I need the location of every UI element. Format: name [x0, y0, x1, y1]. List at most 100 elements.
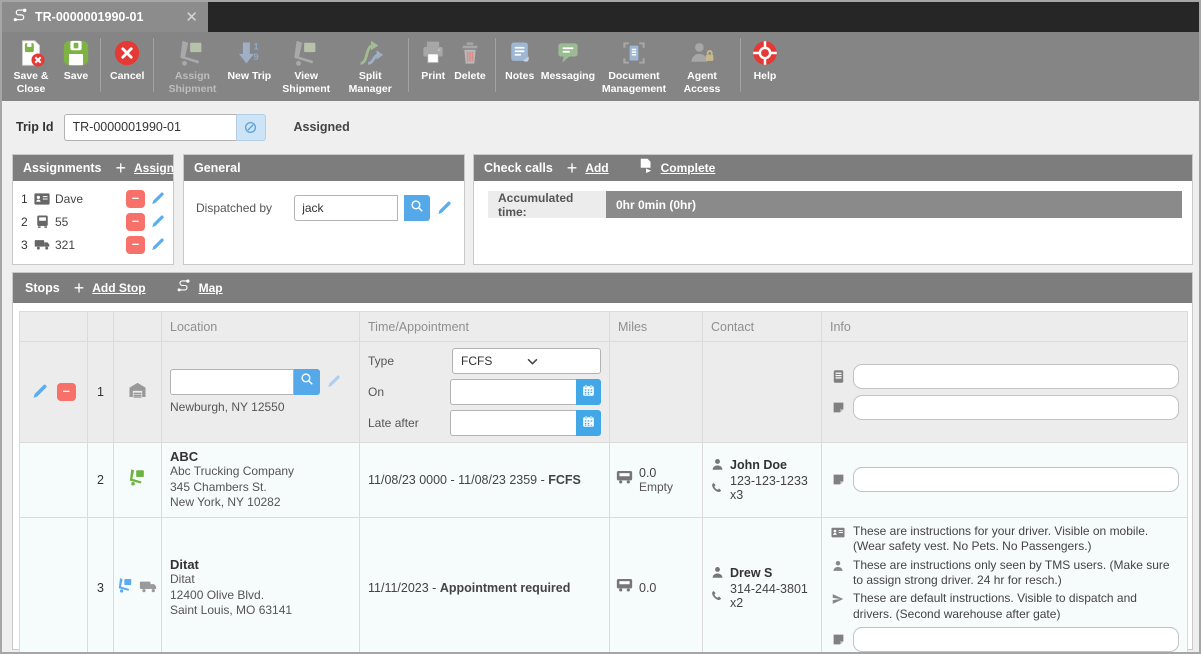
person-icon [709, 458, 725, 471]
general-title: General [194, 161, 241, 175]
cancel-button[interactable]: Cancel [107, 35, 147, 85]
remove-assignment-button[interactable]: – [126, 190, 145, 208]
tab-close-icon[interactable]: ✕ [185, 10, 198, 25]
messaging-label: Messaging [541, 70, 595, 83]
save-button[interactable]: Save [58, 35, 94, 85]
delete-button[interactable]: Delete [451, 35, 489, 85]
stop-miles-status: Empty [639, 480, 673, 494]
id-card-icon [830, 524, 846, 538]
stop-company: Ditat [170, 572, 351, 588]
assignment-name: 321 [55, 238, 121, 252]
edit-pencil-icon[interactable] [150, 191, 165, 206]
print-button[interactable]: Print [415, 35, 451, 85]
assignments-panel: Assignments + Assign 1 Dave – 2 55 – 3 [12, 154, 174, 265]
notes-icon [506, 37, 534, 69]
note-icon [830, 401, 846, 414]
stop-note-input[interactable] [853, 467, 1179, 492]
on-calendar-button[interactable] [576, 379, 601, 405]
miles-truck-icon [616, 578, 633, 597]
save-close-button[interactable]: Save & Close [4, 35, 58, 98]
complete-link[interactable]: Complete [661, 161, 716, 175]
dispatched-by-input[interactable] [294, 195, 398, 221]
assignment-number: 2 [21, 215, 29, 229]
edit-pencil-icon[interactable] [150, 214, 165, 229]
stop-city: New York, NY 10282 [170, 495, 351, 511]
messaging-icon [554, 37, 582, 69]
help-button[interactable]: Help [747, 35, 783, 85]
delivery-icon [118, 580, 134, 597]
edit-pencil-icon[interactable] [150, 237, 165, 252]
cancel-icon [112, 37, 142, 69]
location-search-button[interactable] [294, 369, 320, 395]
add-check-call-link[interactable]: Add [585, 161, 608, 175]
stop-name: Ditat [170, 557, 351, 572]
assignments-header: Assignments + Assign [13, 155, 173, 181]
number-column-header [88, 312, 114, 342]
map-link[interactable]: Map [199, 281, 223, 295]
assignment-number: 1 [21, 192, 29, 206]
stop-name: ABC [170, 449, 351, 464]
messaging-button[interactable]: Messaging [538, 35, 598, 85]
save-close-icon [16, 37, 46, 69]
calendar-icon [582, 415, 595, 431]
plus-icon: + [74, 279, 85, 297]
late-after-calendar-button[interactable] [576, 410, 601, 436]
dispatched-by-search-button[interactable] [404, 195, 430, 221]
route-icon [12, 7, 28, 28]
time-column-header: Time/Appointment [360, 312, 610, 342]
on-label: On [368, 385, 450, 399]
trip-id-input[interactable] [64, 114, 236, 141]
edit-pencil-icon[interactable] [436, 200, 452, 216]
assign-shipment-button[interactable]: Assign Shipment [160, 35, 224, 98]
toolbar-separator [408, 38, 409, 92]
save-icon [61, 37, 91, 69]
trip-id-swap-button[interactable] [236, 114, 266, 141]
location-search-input[interactable] [170, 369, 294, 395]
assign-shipment-icon [177, 37, 207, 69]
icon-column-header [114, 312, 162, 342]
general-header: General [184, 155, 464, 181]
assignments-title: Assignments [23, 161, 102, 175]
assign-link[interactable]: Assign [134, 161, 174, 175]
check-calls-panel: Check calls + Add Complete Accumulated t… [473, 154, 1193, 265]
assignment-name: Dave [55, 192, 121, 206]
agent-access-button[interactable]: Agent Access [670, 35, 734, 98]
save-close-label: Save & Close [7, 70, 55, 96]
notes-button[interactable]: Notes [502, 35, 538, 85]
new-trip-button[interactable]: 19 New Trip [224, 35, 274, 85]
contact-column-header: Contact [703, 312, 822, 342]
svg-text:1: 1 [254, 42, 260, 53]
assignment-row-driver: 1 Dave – [13, 187, 173, 210]
split-manager-button[interactable]: Split Manager [338, 35, 402, 98]
truck-icon [34, 214, 50, 229]
stop-type-select[interactable]: FCFS [452, 348, 601, 374]
toolbar-separator [100, 38, 101, 92]
person-icon [830, 558, 846, 572]
late-after-date-input[interactable] [450, 410, 576, 436]
general-panel: General Dispatched by [183, 154, 465, 265]
tms-instructions-text: These are instructions only seen by TMS … [853, 558, 1179, 589]
notes-label: Notes [505, 70, 534, 83]
trip-tab[interactable]: TR-0000001990-01 ✕ [2, 2, 208, 32]
help-label: Help [754, 70, 777, 83]
stop-reference-input[interactable] [853, 364, 1179, 389]
edit-pencil-icon[interactable] [31, 383, 48, 400]
mobile-icon [830, 369, 846, 384]
remove-stop-button[interactable]: – [57, 383, 76, 401]
stop-number: 2 [88, 443, 114, 518]
on-date-input[interactable] [450, 379, 576, 405]
assignment-row-trailer: 3 321 – [13, 233, 173, 256]
view-shipment-button[interactable]: View Shipment [274, 35, 338, 98]
document-management-label: Document Management [601, 70, 667, 96]
stop-note-input[interactable] [853, 627, 1179, 652]
check-calls-title: Check calls [484, 161, 553, 175]
stop-note-input[interactable] [853, 395, 1179, 420]
driver-icon [34, 192, 50, 206]
type-label: Type [368, 354, 452, 368]
add-stop-link[interactable]: Add Stop [92, 281, 145, 295]
remove-assignment-button[interactable]: – [126, 236, 145, 254]
contact-phone: 314-244-3801 x2 [730, 582, 815, 610]
remove-assignment-button[interactable]: – [126, 213, 145, 231]
document-management-button[interactable]: Document Management [598, 35, 670, 98]
stop-row-3: 3 Ditat Ditat 12400 Olive Blvd. Saint Lo… [20, 517, 1188, 654]
